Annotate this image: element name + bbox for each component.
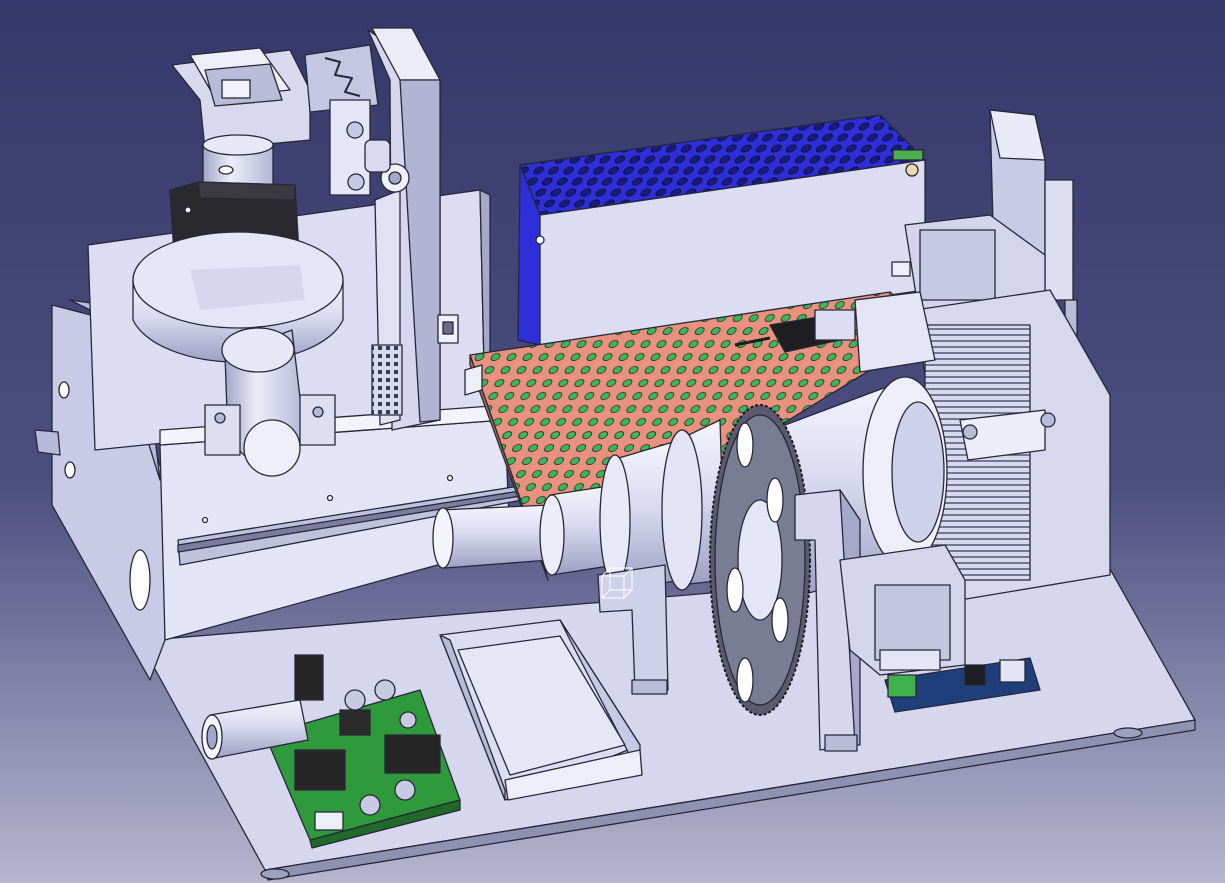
assembly-render: [0, 0, 1225, 883]
sprocket-gear: [709, 404, 811, 716]
motor-bracket-right: [839, 544, 966, 676]
vent-grille: [371, 344, 403, 416]
cad-3d-viewport[interactable]: [0, 0, 1225, 883]
